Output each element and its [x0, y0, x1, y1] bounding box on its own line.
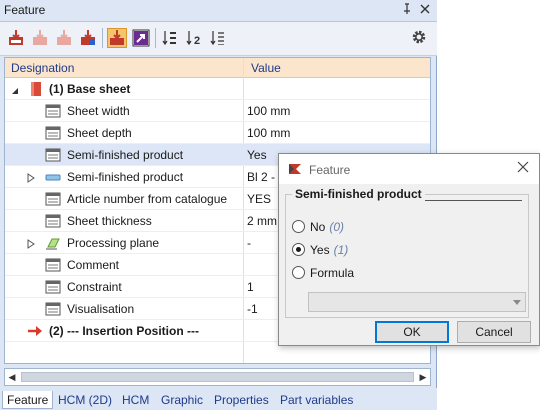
parameter-icon: [45, 214, 61, 228]
arrow-right-icon: [27, 325, 43, 340]
radio-dot: [296, 247, 301, 252]
chevron-down-icon[interactable]: [513, 300, 521, 305]
row-name: Sheet depth: [67, 126, 132, 140]
parameter-icon: [45, 280, 61, 294]
table-row[interactable]: (1) Base sheet: [5, 78, 430, 100]
row-name: Comment: [67, 258, 120, 272]
radio-label: Formula: [310, 266, 355, 280]
table-row[interactable]: Sheet depth 100 mm: [5, 122, 430, 144]
apply-disabled-icon[interactable]: [30, 28, 50, 48]
sort-icon[interactable]: [160, 28, 180, 48]
parameter-icon: [45, 104, 61, 118]
expand-icon[interactable]: [27, 238, 35, 249]
radio-hint: (0): [329, 220, 345, 234]
parameter-icon: [45, 258, 61, 272]
processing-plane-icon: [45, 236, 61, 250]
row-name: (2) --- Insertion Position ---: [49, 324, 199, 338]
row-value[interactable]: Bl 2 -: [247, 170, 275, 184]
panel-title: Feature: [4, 3, 46, 17]
formula-combo[interactable]: [308, 292, 526, 312]
group-label: Semi-finished product: [292, 187, 425, 201]
table-row[interactable]: Sheet width 100 mm: [5, 100, 430, 122]
column-header-value[interactable]: Value: [251, 61, 281, 75]
radio-label-group: Yes (1): [310, 243, 348, 257]
row-value[interactable]: -1: [247, 302, 258, 316]
dialog-close-icon[interactable]: [517, 160, 529, 178]
apply-disabled-2-icon[interactable]: [54, 28, 74, 48]
semi-finished-icon: [45, 170, 61, 184]
row-name: (1) Base sheet: [49, 82, 131, 96]
row-name: Processing plane: [67, 236, 160, 250]
toolbar-separator: [155, 28, 156, 48]
collapse-icon[interactable]: [11, 84, 19, 98]
tab-hcm[interactable]: HCM: [118, 391, 153, 409]
expand-icon[interactable]: [27, 172, 35, 183]
radio-circle[interactable]: [292, 220, 305, 233]
dialog-body: Semi-finished product No (0) Yes (1) Formu…: [279, 184, 539, 345]
row-value[interactable]: -: [247, 236, 251, 250]
toolbar-separator: [102, 28, 103, 48]
row-name: Constraint: [67, 280, 122, 294]
dialog-titlebar: Feature: [279, 154, 539, 184]
parameter-icon: [45, 302, 61, 316]
row-value[interactable]: 100 mm: [247, 126, 290, 140]
sort-2-icon[interactable]: 2: [184, 28, 204, 48]
row-value[interactable]: 100 mm: [247, 104, 290, 118]
row-name: Sheet width: [67, 104, 130, 118]
feature-toolbar: 2: [0, 22, 437, 56]
scroll-thumb[interactable]: [21, 372, 414, 382]
autocalc-icon[interactable]: [107, 28, 127, 48]
scroll-right-icon[interactable]: ▶: [417, 371, 429, 383]
row-value[interactable]: 2 mm: [247, 214, 277, 228]
row-name: Semi-finished product: [67, 148, 184, 162]
feature-dialog: Feature Semi-finished product No (0) Yes(…: [278, 153, 540, 346]
row-value[interactable]: Yes: [247, 148, 267, 162]
base-sheet-icon: [29, 81, 43, 100]
radio-circle-checked[interactable]: [292, 243, 305, 256]
radio-label: No: [310, 220, 326, 234]
pin-icon[interactable]: [400, 3, 414, 17]
grid-header: Designation Value: [5, 58, 430, 78]
tab-hcm-2d[interactable]: HCM (2D): [54, 391, 116, 409]
dialog-title: Feature: [309, 163, 351, 177]
row-name: Visualisation: [67, 302, 135, 316]
column-header-designation[interactable]: Designation: [11, 61, 74, 75]
row-name: Sheet thickness: [67, 214, 152, 228]
radio-label: Yes: [310, 243, 330, 257]
radio-hint: (1): [333, 243, 349, 257]
bottom-tab-bar: Feature HCM (2D) HCM Graphic Properties …: [0, 388, 437, 410]
apply-icon[interactable]: [6, 28, 26, 48]
cancel-button[interactable]: Cancel: [457, 321, 531, 343]
row-name: Article number from catalogue: [67, 192, 228, 206]
jump-icon[interactable]: [131, 28, 151, 48]
row-value[interactable]: 1: [247, 280, 254, 294]
app-logo-icon: [288, 162, 302, 179]
settings-icon[interactable]: [410, 28, 430, 48]
close-icon[interactable]: [418, 3, 432, 17]
radio-label-group: Formula: [310, 266, 354, 280]
horizontal-scrollbar[interactable]: ◀ ▶: [4, 368, 431, 386]
tab-feature[interactable]: Feature: [2, 391, 54, 409]
tab-part-variables[interactable]: Part variables: [276, 391, 357, 409]
sort-list-icon[interactable]: [208, 28, 228, 48]
apply-all-icon[interactable]: [78, 28, 98, 48]
svg-text:2: 2: [194, 35, 200, 47]
scroll-left-icon[interactable]: ◀: [6, 371, 18, 383]
parameter-icon: [45, 148, 61, 162]
radio-label-group: No (0): [310, 220, 344, 234]
tab-properties[interactable]: Properties: [210, 391, 273, 409]
tab-graphic[interactable]: Graphic: [157, 391, 207, 409]
ok-button[interactable]: OK: [375, 321, 449, 343]
row-value[interactable]: YES: [247, 192, 271, 206]
parameter-icon: [45, 192, 61, 206]
radio-circle[interactable]: [292, 266, 305, 279]
parameter-icon: [45, 126, 61, 140]
panel-titlebar: Feature: [0, 0, 437, 22]
row-name: Semi-finished product: [67, 170, 184, 184]
semi-finished-group: Semi-finished product No (0) Yes (1) Formu…: [285, 187, 529, 318]
